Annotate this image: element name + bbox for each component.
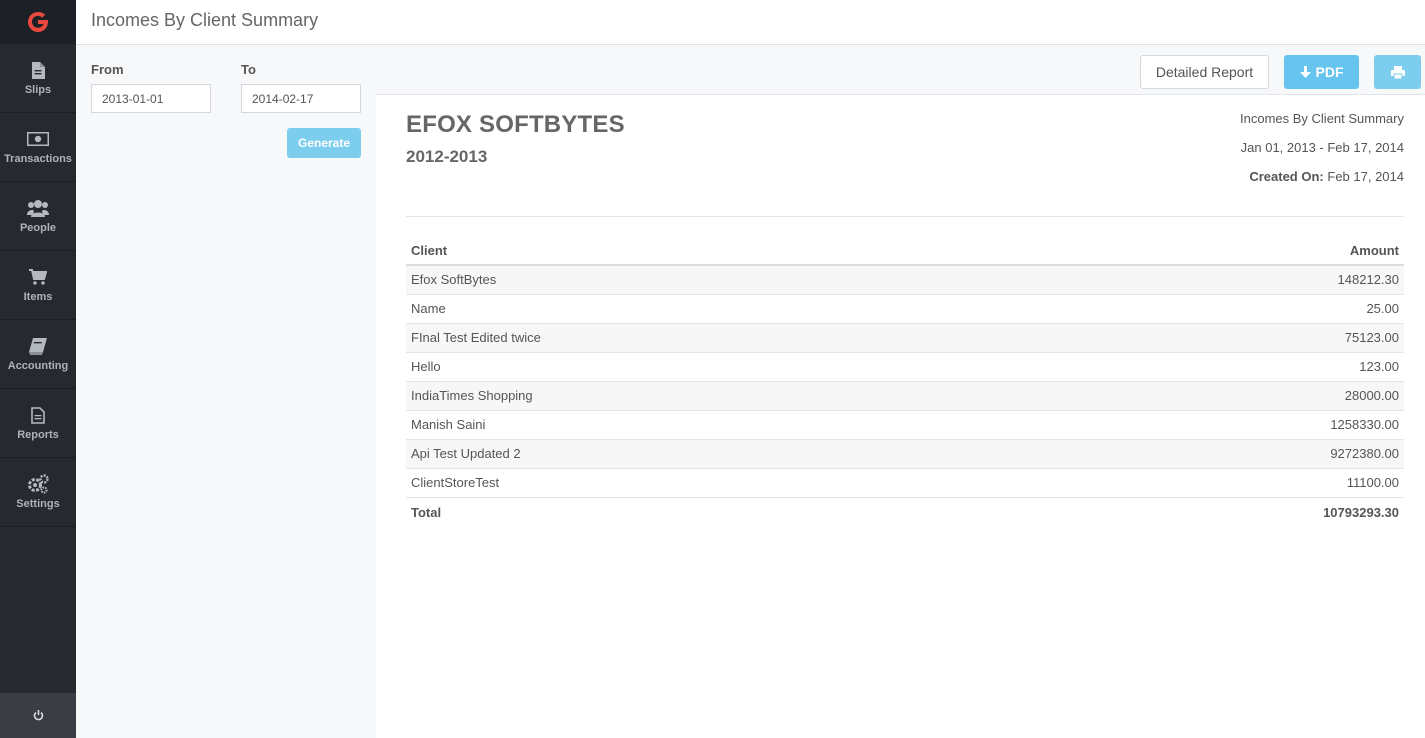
column-header-client: Client	[406, 237, 1025, 266]
fiscal-year: 2012-2013	[406, 147, 488, 166]
client-cell: Efox SoftBytes	[406, 265, 1025, 295]
sidebar-item-accounting[interactable]: Accounting	[0, 320, 76, 389]
report-name: Incomes By Client Summary	[1240, 111, 1404, 126]
to-date-input[interactable]	[241, 84, 361, 113]
sidebar-item-transactions[interactable]: Transactions	[0, 113, 76, 182]
sidebar-item-settings[interactable]: Settings	[0, 458, 76, 527]
amount-cell: 148212.30	[1024, 265, 1404, 295]
created-on-value: Feb 17, 2014	[1327, 169, 1404, 184]
amount-cell: 75123.00	[1024, 323, 1404, 353]
report-document: EFOX SOFTBYTES 2012-2013 Incomes By Clie…	[376, 95, 1425, 738]
book-icon	[29, 336, 47, 356]
arrow-down-icon	[1299, 66, 1311, 78]
sidebar-item-label: Accounting	[7, 360, 69, 372]
client-cell: Hello	[406, 352, 1025, 382]
power-button[interactable]	[0, 693, 76, 738]
brand-g-logo	[28, 11, 48, 33]
sidebar-item-label: Items	[23, 291, 53, 303]
report-icon	[31, 405, 45, 425]
report-table: Client Amount Efox SoftBytes 148212.30 N…	[406, 237, 1404, 527]
sidebar-item-reports[interactable]: Reports	[0, 389, 76, 458]
gears-icon	[27, 474, 49, 494]
amount-cell: 25.00	[1024, 294, 1404, 324]
table-header-row: Client Amount	[406, 237, 1404, 266]
sidebar: Slips Transactions People Items Accounti…	[0, 0, 76, 738]
sidebar-item-items[interactable]: Items	[0, 251, 76, 320]
sidebar-item-label: Slips	[24, 84, 52, 96]
table-row: Manish Saini 1258330.00	[406, 410, 1404, 440]
amount-cell: 1258330.00	[1024, 410, 1404, 440]
top-header: Incomes By Client Summary	[76, 0, 1425, 45]
client-cell: Name	[406, 294, 1025, 324]
table-row: IndiaTimes Shopping 28000.00	[406, 381, 1404, 411]
table-row: Api Test Updated 2 9272380.00	[406, 439, 1404, 469]
sidebar-item-label: People	[19, 222, 57, 234]
client-cell: IndiaTimes Shopping	[406, 381, 1025, 411]
file-icon	[31, 60, 45, 80]
client-cell: FInal Test Edited twice	[406, 323, 1025, 353]
amount-cell: 123.00	[1024, 352, 1404, 382]
to-label: To	[241, 62, 256, 77]
created-on: Created On: Feb 17, 2014	[1249, 169, 1404, 184]
table-row: FInal Test Edited twice 75123.00	[406, 323, 1404, 353]
generate-button[interactable]: Generate	[287, 128, 361, 158]
table-row: Efox SoftBytes 148212.30	[406, 265, 1404, 295]
users-icon	[27, 198, 49, 218]
money-icon	[27, 129, 49, 149]
client-cell: Api Test Updated 2	[406, 439, 1025, 469]
created-on-label: Created On:	[1249, 169, 1324, 184]
divider	[406, 216, 1404, 217]
sidebar-item-label: Transactions	[4, 153, 72, 165]
table-row: ClientStoreTest 11100.00	[406, 468, 1404, 498]
sidebar-item-slips[interactable]: Slips	[0, 44, 76, 113]
from-date-input[interactable]	[91, 84, 211, 113]
from-label: From	[91, 62, 124, 77]
print-icon	[1390, 65, 1405, 79]
report-toolbar: Detailed Report PDF	[376, 45, 1425, 95]
filter-panel: From To Generate	[76, 45, 376, 738]
amount-cell: 11100.00	[1024, 468, 1404, 498]
print-button[interactable]	[1374, 55, 1421, 89]
table-row: Name 25.00	[406, 294, 1404, 324]
logo-area[interactable]	[0, 0, 76, 44]
client-cell: Manish Saini	[406, 410, 1025, 440]
sidebar-item-label: Reports	[17, 429, 59, 441]
company-name: EFOX SOFTBYTES	[406, 111, 625, 138]
sidebar-item-people[interactable]: People	[0, 182, 76, 251]
total-value: 10793293.30	[1323, 504, 1399, 520]
client-cell: ClientStoreTest	[406, 468, 1025, 498]
page-title: Incomes By Client Summary	[91, 10, 319, 30]
report-date-range: Jan 01, 2013 - Feb 17, 2014	[1240, 140, 1404, 155]
pdf-button-label: PDF	[1315, 64, 1344, 80]
table-row: Hello 123.00	[406, 352, 1404, 382]
column-header-amount: Amount	[1024, 237, 1404, 266]
amount-cell: 28000.00	[1024, 381, 1404, 411]
sidebar-item-label: Settings	[16, 498, 60, 510]
total-label: Total	[411, 504, 442, 520]
detailed-report-button[interactable]: Detailed Report	[1140, 55, 1269, 89]
cart-icon	[29, 267, 47, 287]
power-icon	[33, 710, 43, 721]
amount-cell: 9272380.00	[1024, 439, 1404, 469]
total-row: Total 10793293.30	[406, 497, 1404, 527]
pdf-button[interactable]: PDF	[1284, 55, 1359, 89]
